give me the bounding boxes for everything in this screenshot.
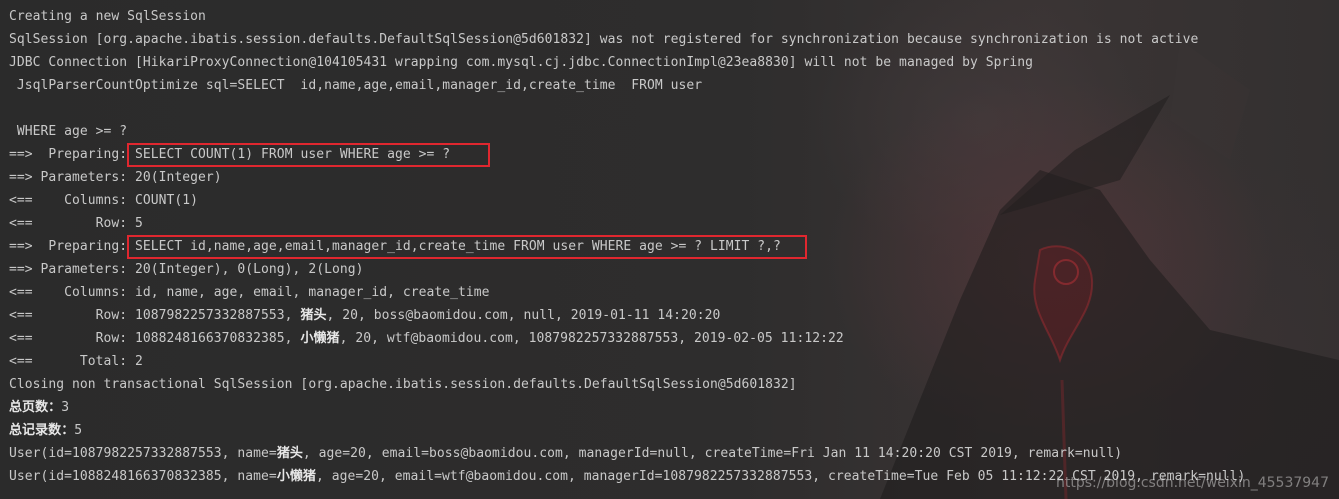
row-text: , 20, boss@baomidou.com, null, 2019-01-1…: [326, 308, 721, 323]
log-line: SqlSession [org.apache.ibatis.session.de…: [9, 32, 1199, 47]
log-line: Closing non transactional SqlSession [or…: [9, 377, 797, 392]
log-line: WHERE age >= ?: [9, 124, 128, 139]
highlighted-sql-count: SELECT COUNT(1) FROM user WHERE age >= ?: [127, 143, 491, 167]
log-line: ==> Parameters: 20(Integer), 0(Long), 2(…: [9, 262, 364, 277]
watermark-url: https://blog.csdn.net/weixin_45537947: [1055, 475, 1329, 491]
user-text: User(id=1087982257332887553, name=: [9, 446, 277, 461]
log-line-row: <== Row: 1087982257332887553, 猪头, 20, bo…: [9, 304, 1339, 327]
row-text: <== Row: 1088248166370832385,: [9, 331, 301, 346]
log-line: JDBC Connection [HikariProxyConnection@1…: [9, 55, 1033, 70]
row-name: 小懒猪: [300, 331, 340, 346]
total-pages-value: 3: [61, 400, 70, 415]
total-records-value: 5: [74, 423, 83, 438]
log-line-preparing-select: ==> Preparing: SELECT id,name,age,email,…: [9, 235, 1339, 259]
user-object-line: User(id=1087982257332887553, name=猪头, ag…: [9, 442, 1339, 465]
log-line: <== Row: 5: [9, 216, 143, 231]
log-line: <== Columns: id, name, age, email, manag…: [9, 285, 490, 300]
console-output: Creating a new SqlSession SqlSession [or…: [9, 5, 1339, 488]
log-line: <== Total: 2: [9, 354, 143, 369]
log-line-row: <== Row: 1088248166370832385, 小懒猪, 20, w…: [9, 327, 1339, 350]
log-prefix: ==> Preparing:: [9, 239, 136, 254]
row-text: , 20, wtf@baomidou.com, 1087982257332887…: [339, 331, 844, 346]
user-name: 小懒猪: [276, 469, 316, 484]
log-line: <== Columns: COUNT(1): [9, 193, 199, 208]
user-name: 猪头: [276, 446, 303, 461]
log-line: JsqlParserCountOptimize sql=SELECT id,na…: [9, 78, 703, 93]
user-text: User(id=1088248166370832385, name=: [9, 469, 277, 484]
row-name: 猪头: [300, 308, 327, 323]
log-prefix: ==> Preparing:: [9, 147, 136, 162]
log-line: ==> Parameters: 20(Integer): [9, 170, 222, 185]
log-line: Creating a new SqlSession: [9, 9, 206, 24]
log-line-empty: [9, 97, 1339, 120]
user-text: , age=20, email=boss@baomidou.com, manag…: [302, 446, 1123, 461]
row-text: <== Row: 1087982257332887553,: [9, 308, 301, 323]
total-records-label: 总记录数：: [9, 423, 75, 438]
total-pages-label: 总页数：: [9, 400, 62, 415]
highlighted-sql-select: SELECT id,name,age,email,manager_id,crea…: [127, 235, 807, 259]
log-line-preparing-count: ==> Preparing: SELECT COUNT(1) FROM user…: [9, 143, 1339, 167]
total-records-line: 总记录数：5: [9, 419, 1339, 442]
total-pages-line: 总页数：3: [9, 396, 1339, 419]
